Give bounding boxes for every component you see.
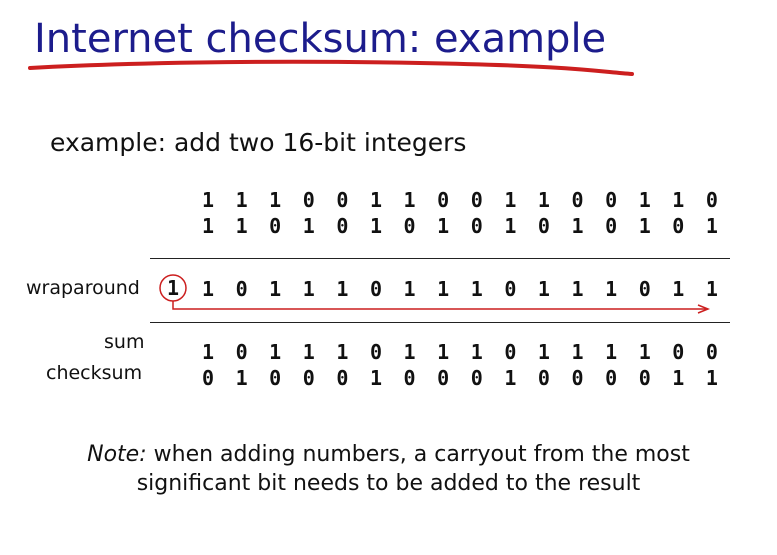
bit: 0 — [369, 340, 382, 364]
bit: 1 — [201, 340, 215, 364]
bit: 1 — [269, 188, 282, 212]
bit: 0 — [302, 188, 315, 212]
bit: 1 — [470, 277, 483, 301]
bit: 1 — [672, 188, 685, 212]
bit: 1 — [638, 188, 651, 212]
bit: 0 — [605, 214, 618, 238]
note-line-2: significant bit needs to be added to the… — [136, 471, 641, 496]
wraparound-label: wraparound — [26, 277, 140, 299]
title-underline — [28, 59, 634, 76]
bit: 1 — [201, 277, 215, 301]
bit-row-wraparound: 1011101110111011 — [198, 277, 722, 301]
bit: 1 — [369, 214, 382, 238]
example-subtitle: example: add two 16-bit integers — [50, 128, 467, 157]
bit: 0 — [235, 277, 248, 301]
bit: 0 — [504, 277, 517, 301]
bit: 0 — [470, 188, 483, 212]
bit: 1 — [672, 277, 685, 301]
bit: 1 — [235, 188, 248, 212]
bit: 0 — [672, 214, 685, 238]
bit: 1 — [571, 214, 584, 238]
bit: 0 — [437, 366, 450, 390]
note-line-1: Note: when adding numbers, a carryout fr… — [0, 440, 777, 469]
divider-bottom — [150, 322, 730, 323]
checksum-label: checksum — [46, 362, 143, 384]
bit: 0 — [705, 188, 718, 212]
bit: 1 — [571, 277, 584, 301]
bit-row-2: 1101010101010101 — [198, 214, 722, 238]
wraparound-arrow — [172, 301, 706, 310]
sum-label: sum — [104, 331, 145, 353]
divider-top — [150, 258, 730, 259]
bit: 0 — [705, 340, 718, 364]
bit: 0 — [302, 366, 315, 390]
bit: 1 — [705, 277, 718, 301]
bit-row-sum: 1011101110111100 — [198, 340, 722, 364]
bit: 1 — [336, 340, 349, 364]
bit: 0 — [504, 340, 517, 364]
bit: 0 — [437, 188, 450, 212]
bit: 1 — [638, 340, 651, 364]
note-line-1-rest: when adding numbers, a carryout from the… — [146, 442, 690, 467]
bit: 1 — [537, 277, 550, 301]
bit: 0 — [470, 366, 483, 390]
bit: 1 — [403, 188, 416, 212]
bit: 0 — [201, 366, 215, 390]
bit: 1 — [504, 366, 517, 390]
bit: 0 — [470, 214, 483, 238]
bit: 0 — [403, 214, 416, 238]
bit: 1 — [571, 340, 584, 364]
bit: 1 — [638, 214, 651, 238]
bit: 1 — [705, 214, 718, 238]
bit: 1 — [605, 340, 618, 364]
bit: 0 — [336, 214, 349, 238]
note-text: Note: when adding numbers, a carryout fr… — [0, 440, 777, 498]
bit: 1 — [269, 340, 282, 364]
bit: 0 — [638, 366, 651, 390]
bit: 0 — [269, 366, 282, 390]
bit: 1 — [369, 188, 382, 212]
bit: 1 — [369, 366, 382, 390]
bit: 1 — [437, 214, 450, 238]
bit: 0 — [403, 366, 416, 390]
bit: 0 — [537, 214, 550, 238]
bit: 1 — [605, 277, 618, 301]
bit: 0 — [605, 188, 618, 212]
carry-bit: 1 — [166, 276, 180, 300]
bit: 1 — [235, 366, 248, 390]
bit: 1 — [504, 214, 517, 238]
bit: 0 — [638, 277, 651, 301]
bit: 1 — [403, 340, 416, 364]
bit: 0 — [235, 340, 248, 364]
bit: 1 — [537, 188, 550, 212]
bit: 1 — [336, 277, 349, 301]
bit: 1 — [437, 277, 450, 301]
bit: 0 — [369, 277, 382, 301]
bit-row-1: 1110011001100110 — [198, 188, 722, 212]
bit: 0 — [537, 366, 550, 390]
bit: 0 — [336, 188, 349, 212]
bit: 1 — [672, 366, 685, 390]
bit: 1 — [201, 188, 215, 212]
bit: 1 — [269, 277, 282, 301]
bit-row-checksum: 0100010001000011 — [198, 366, 722, 390]
bit: 1 — [235, 214, 248, 238]
bit: 0 — [672, 340, 685, 364]
bit: 0 — [269, 214, 282, 238]
bit: 0 — [571, 366, 584, 390]
bit: 1 — [201, 214, 215, 238]
bit: 1 — [302, 214, 315, 238]
bit: 1 — [403, 277, 416, 301]
bit: 1 — [705, 366, 718, 390]
bit: 1 — [537, 340, 550, 364]
note-prefix: Note: — [87, 442, 147, 467]
bit: 0 — [605, 366, 618, 390]
bit: 1 — [302, 277, 315, 301]
bit: 1 — [302, 340, 315, 364]
bit: 1 — [437, 340, 450, 364]
bit: 1 — [470, 340, 483, 364]
bit: 0 — [336, 366, 349, 390]
bit: 0 — [571, 188, 584, 212]
bit: 1 — [504, 188, 517, 212]
